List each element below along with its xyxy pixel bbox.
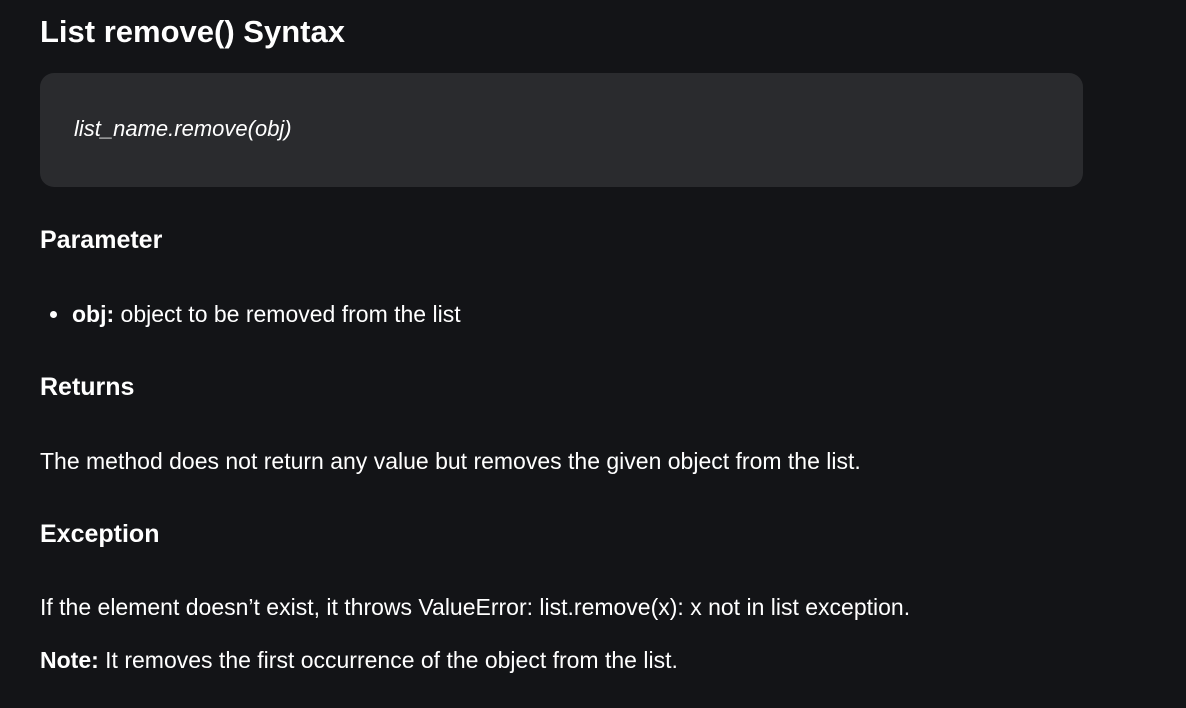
returns-heading: Returns [40, 373, 135, 401]
parameter-description: object to be removed from the list [120, 301, 461, 327]
returns-text: The method does not return any value but… [40, 448, 861, 474]
bullet-icon [50, 311, 57, 318]
note-text: It removes the first occurrence of the o… [105, 647, 678, 673]
list-item: obj: object to be removed from the list [40, 299, 461, 329]
parameter-term: obj: [72, 301, 115, 327]
exception-heading: Exception [40, 520, 160, 548]
parameter-list: obj: object to be removed from the list [40, 299, 461, 329]
parameter-heading: Parameter [40, 226, 163, 254]
exception-text: If the element doesn’t exist, it throws … [40, 594, 911, 620]
code-block: list_name.remove(obj) [40, 73, 1083, 187]
note-paragraph: Note: It removes the first occurrence of… [40, 645, 678, 675]
code-snippet: list_name.remove(obj) [74, 116, 292, 141]
note-label: Note: [40, 647, 99, 673]
article-content: List remove() Syntax list_name.remove(ob… [0, 0, 1186, 708]
section-title: List remove() Syntax [40, 14, 345, 49]
